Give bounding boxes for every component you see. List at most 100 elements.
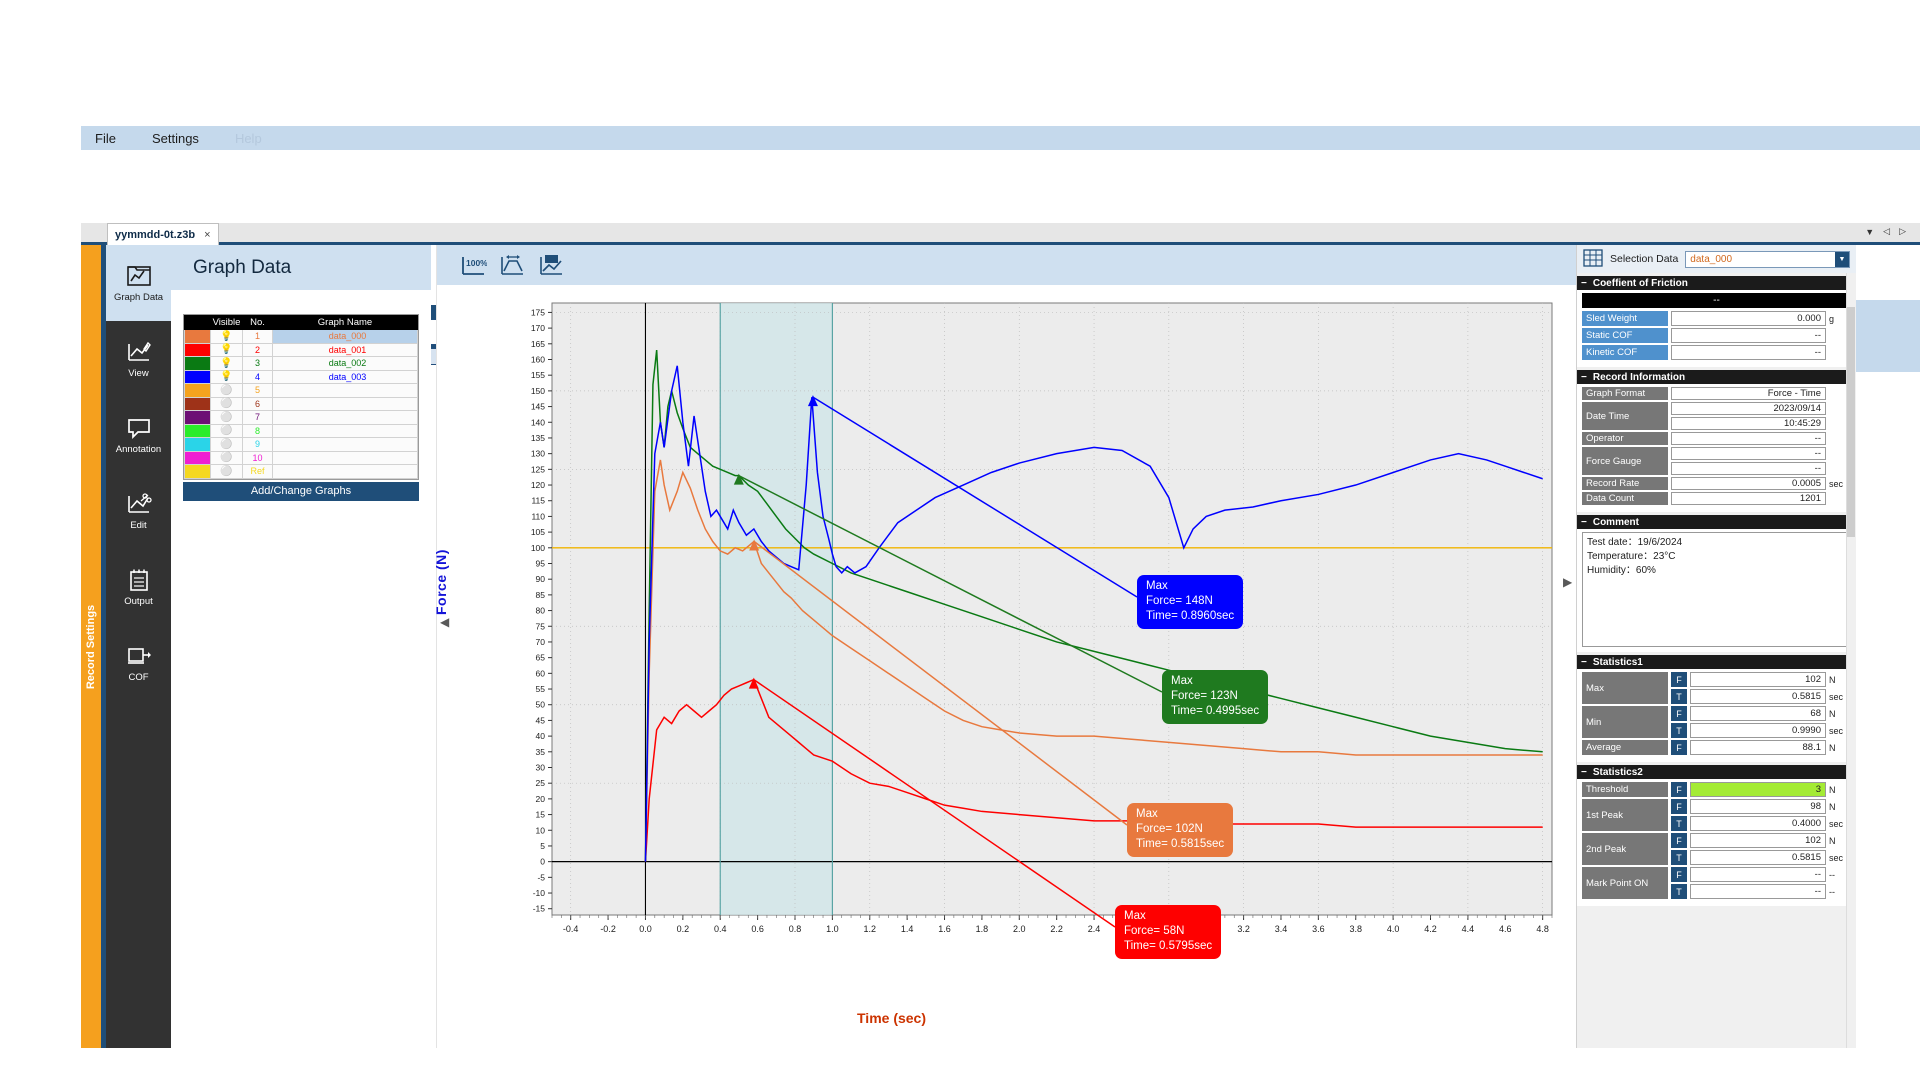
chart-callout-2[interactable]: Max Force= 102N Time= 0.5815sec (1127, 803, 1234, 857)
row-color-swatch[interactable] (184, 410, 211, 425)
table-grid-icon[interactable] (1583, 248, 1603, 270)
sidebar-item-output[interactable]: Output (106, 549, 171, 625)
table-row[interactable]: 💡 4 data_003 (184, 369, 418, 384)
row-graph-name[interactable]: data_001 (272, 342, 418, 357)
collapse-icon[interactable]: − (1581, 517, 1587, 528)
row-color-swatch[interactable] (184, 450, 211, 465)
chevron-down-icon[interactable]: ▼ (1865, 227, 1874, 237)
entry-value[interactable]: 102 (1690, 833, 1826, 848)
menu-item-settings[interactable]: Settings (152, 131, 199, 146)
entry-value[interactable]: 0.5815 (1690, 689, 1826, 704)
row-graph-name[interactable] (272, 423, 418, 438)
scrollbar-thumb[interactable] (1847, 307, 1855, 537)
row-graph-name[interactable] (272, 383, 418, 398)
row-visible-toggle[interactable]: ⚪ (210, 437, 243, 452)
row-graph-name[interactable] (272, 396, 418, 411)
field-value[interactable]: -- (1671, 345, 1826, 360)
field-value[interactable]: 1201 (1671, 492, 1826, 505)
table-row[interactable]: 💡 1 data_000 (184, 329, 418, 344)
collapse-icon[interactable]: − (1581, 767, 1587, 778)
row-color-swatch[interactable] (184, 464, 211, 479)
row-graph-name[interactable]: data_002 (272, 356, 418, 371)
chart-callout-1[interactable]: Max Force= 123N Time= 0.4995sec (1162, 670, 1269, 724)
section-cof[interactable]: − Coeffient of Friction (1577, 276, 1856, 290)
tab-file-yymmdd[interactable]: yymmdd-0t.z3b × (107, 223, 219, 245)
row-visible-toggle[interactable]: ⚪ (210, 383, 243, 398)
row-visible-toggle[interactable]: 💡 (210, 356, 243, 371)
field-value[interactable]: 0.0005 (1671, 477, 1826, 490)
entry-value[interactable]: 0.9990 (1690, 723, 1826, 738)
table-row[interactable]: ⚪ 5 (184, 383, 418, 398)
section-statistics1[interactable]: − Statistics1 (1577, 655, 1856, 669)
record-settings-rail[interactable]: Record Settings (81, 245, 101, 1048)
collapse-left-arrow[interactable]: ◀ (440, 615, 449, 629)
entry-value[interactable]: 98 (1690, 799, 1826, 814)
field-value[interactable]: -- (1671, 462, 1826, 475)
row-color-swatch[interactable] (184, 342, 211, 357)
zoom-100-percent-icon[interactable]: 100% (458, 251, 488, 279)
section-comment[interactable]: − Comment (1577, 515, 1856, 529)
selection-data-dropdown[interactable]: data_000 ▼ (1685, 250, 1850, 268)
collapse-right-arrow[interactable]: ▶ (1563, 575, 1572, 589)
row-visible-toggle[interactable]: 💡 (210, 342, 243, 357)
row-visible-toggle[interactable]: ⚪ (210, 464, 243, 479)
row-color-swatch[interactable] (184, 356, 211, 371)
sidebar-item-edit[interactable]: Edit (106, 473, 171, 549)
field-value[interactable]: -- (1671, 432, 1826, 445)
fit-width-icon[interactable] (497, 251, 527, 279)
row-color-swatch[interactable] (184, 437, 211, 452)
row-visible-toggle[interactable]: ⚪ (210, 396, 243, 411)
table-row[interactable]: ⚪ 7 (184, 410, 418, 425)
menu-item-help[interactable]: Help (235, 131, 262, 146)
sidebar-item-annotation[interactable]: Annotation (106, 397, 171, 473)
comment-textarea[interactable]: Test date：19/6/2024 Temperature：23°C Humid… (1582, 532, 1851, 647)
table-row[interactable]: ⚪ Ref (184, 464, 418, 479)
collapse-icon[interactable]: − (1581, 372, 1587, 383)
sidebar-item-graph-data[interactable]: Graph Data (106, 245, 171, 321)
row-visible-toggle[interactable]: 💡 (210, 369, 243, 384)
row-color-swatch[interactable] (184, 383, 211, 398)
chart-canvas[interactable]: Force (N) Time (sec) ◀ -15 -10 -5 0 5 10 15 20 2… (433, 285, 1576, 1048)
entry-value[interactable]: 0.4000 (1690, 816, 1826, 831)
row-visible-toggle[interactable]: 💡 (210, 329, 243, 344)
row-graph-name[interactable] (272, 450, 418, 465)
field-value[interactable]: Force - Time (1671, 387, 1826, 400)
sidebar-item-cof[interactable]: COF (106, 625, 171, 701)
collapse-icon[interactable]: − (1581, 278, 1587, 289)
field-value[interactable]: 0.000 (1671, 311, 1826, 326)
row-graph-name[interactable] (272, 410, 418, 425)
entry-value[interactable]: 3 (1690, 782, 1826, 797)
table-row[interactable]: 💡 2 data_001 (184, 342, 418, 357)
chart-callout-3[interactable]: Max Force= 58N Time= 0.5795sec (1115, 905, 1222, 959)
right-panel-scrollbar[interactable] (1846, 273, 1856, 1048)
entry-value[interactable]: 102 (1690, 672, 1826, 687)
entry-value[interactable]: 0.5815 (1690, 850, 1826, 865)
chart-callout-0[interactable]: Max Force= 148N Time= 0.8960sec (1137, 575, 1244, 629)
chevron-right-icon[interactable]: ▷ (1899, 226, 1906, 237)
field-value[interactable]: 2023/09/14 (1671, 402, 1826, 415)
add-change-graphs-button[interactable]: Add/Change Graphs (183, 481, 419, 501)
sidebar-item-view[interactable]: View (106, 321, 171, 397)
table-row[interactable]: ⚪ 10 (184, 450, 418, 465)
row-visible-toggle[interactable]: ⚪ (210, 450, 243, 465)
field-value[interactable]: 10:45:29 (1671, 417, 1826, 430)
row-color-swatch[interactable] (184, 423, 211, 438)
row-graph-name[interactable] (272, 437, 418, 452)
section-statistics2[interactable]: − Statistics2 (1577, 765, 1856, 779)
row-visible-toggle[interactable]: ⚪ (210, 410, 243, 425)
annotate-graph-icon[interactable] (536, 251, 566, 279)
close-icon[interactable]: × (204, 229, 210, 241)
row-color-swatch[interactable] (184, 329, 211, 344)
table-row[interactable]: 💡 3 data_002 (184, 356, 418, 371)
entry-value[interactable]: 68 (1690, 706, 1826, 721)
entry-value[interactable]: 88.1 (1690, 740, 1826, 755)
section-record-information[interactable]: − Record Information (1577, 370, 1856, 384)
row-color-swatch[interactable] (184, 369, 211, 384)
entry-value[interactable]: -- (1690, 867, 1826, 882)
row-graph-name[interactable] (272, 464, 418, 479)
table-row[interactable]: ⚪ 8 (184, 423, 418, 438)
row-graph-name[interactable]: data_000 (272, 329, 418, 344)
entry-value[interactable]: -- (1690, 884, 1826, 899)
chevron-down-icon[interactable]: ▼ (1835, 251, 1849, 267)
table-row[interactable]: ⚪ 9 (184, 437, 418, 452)
